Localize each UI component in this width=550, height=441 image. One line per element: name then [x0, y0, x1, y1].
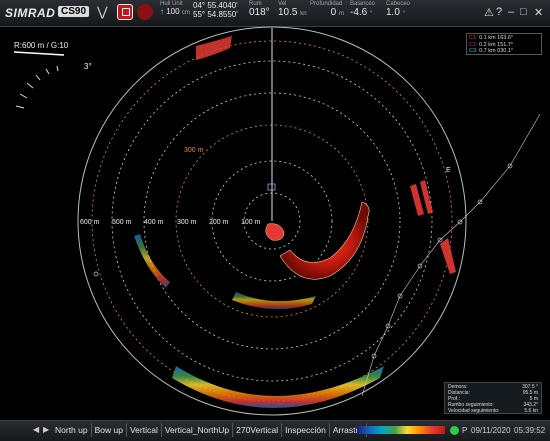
range-labels: 600 m 500 m 400 m 300 m 200 m 100 m [80, 219, 261, 226]
heading-value: 018° [249, 7, 270, 18]
minimize-icon[interactable]: – [508, 6, 514, 18]
echo-top [196, 36, 232, 60]
menu-chevron-icon[interactable]: ⋁ [97, 4, 108, 20]
status-p: P [462, 426, 468, 435]
status-date: 09/11/2020 [471, 426, 511, 435]
echo-right-upper [410, 180, 433, 216]
info-row: Velocidad seguimiento: 5.6 kn [448, 408, 538, 414]
range-label-600: 600 m [80, 219, 100, 226]
range-label-500: 500 m [112, 219, 132, 226]
tab-north-up[interactable]: North up [52, 423, 92, 437]
hull-unit-field: Hull Unit ↑ 100 cm [160, 1, 190, 18]
range-gain-readout: R:600 m / G:10 [14, 41, 69, 50]
status-time: 05:39:52 [514, 426, 546, 435]
tab-vertical-northup[interactable]: Vertical_NorthUp [162, 423, 234, 437]
echo-color-scale [357, 426, 445, 434]
longitude: 55° 54.8550' [193, 10, 238, 19]
sonar-plot: 600 m 500 m 400 m 300 m 200 m 100 m 300 … [13, 26, 541, 416]
bottom-toolbar: ◀ ▶ North up Bow up Vertical Vertical_No… [0, 420, 550, 441]
range-ring-label: 300 m [184, 147, 204, 154]
hull-unit-arrow-icon: ↑ [160, 7, 164, 16]
depth-value: 0 m [330, 7, 344, 18]
target-info-panel: Demora: 307.5 ° Distancia: 95.5 m Prof.: 5 … [444, 382, 542, 414]
next-arrow-icon[interactable]: ▶ [43, 425, 49, 434]
close-icon[interactable]: ✕ [534, 6, 543, 19]
restore-icon[interactable]: □ [520, 6, 527, 18]
scale-bar [13, 51, 65, 56]
prev-arrow-icon[interactable]: ◀ [33, 425, 39, 434]
position-field: 04° 55.4040' 55° 54.8550' [193, 1, 238, 19]
roll-field: Balanceo -4.6 ° [350, 1, 376, 18]
view-tabs: North up Bow up Vertical Vertical_NorthU… [52, 423, 368, 437]
tilt-readout: 3° [84, 62, 92, 71]
echo-right-lower [440, 238, 456, 274]
speed-field: Vel 10.5 kn [278, 1, 307, 18]
top-toolbar: SIMRAD CS90 ⋁ Hull Unit ↑ 100 cm 04° 55.… [0, 0, 550, 27]
pitch-value: 1.0 ° [386, 7, 406, 18]
range-label-200: 200 m [209, 219, 229, 226]
compass-east-label: E [446, 167, 451, 174]
echo-band-left [134, 234, 170, 288]
help-icon[interactable]: ? [496, 6, 502, 18]
hull-unit-value: ↑ 100 cm [160, 7, 190, 16]
tab-270vertical[interactable]: 270Vertical [233, 423, 283, 437]
warning-icon[interactable]: ⚠ [484, 6, 494, 19]
range-label-400: 400 m [144, 219, 164, 226]
echo-school-main [279, 201, 370, 280]
roll-value: -4.6 ° [350, 7, 373, 18]
tab-vertical[interactable]: Vertical [127, 423, 162, 437]
tilt-scale [15, 65, 59, 109]
echo-band-bottom [172, 366, 384, 408]
record-button[interactable] [137, 4, 153, 20]
heading-field: Rum 018° [249, 1, 270, 18]
model-badge: CS90 [58, 6, 90, 17]
echo-band-inner [232, 292, 316, 310]
sonar-display[interactable]: 600 m 500 m 400 m 300 m 200 m 100 m 300 … [0, 26, 550, 420]
brand-logo: SIMRAD [5, 6, 56, 20]
pitch-field: Cabeceo 1.0 ° [386, 1, 411, 18]
tab-inspeccion[interactable]: Inspección [282, 423, 330, 437]
speed-value: 10.5 kn [278, 7, 307, 18]
echo-near [265, 223, 285, 241]
marker-legend: C1: 0.1 km 163.6° C2: 0.2 km 151.7° C3: … [466, 33, 542, 55]
range-label-100: 100 m [241, 219, 261, 226]
tab-bow-up[interactable]: Bow up [92, 423, 127, 437]
screenshot-button[interactable] [117, 4, 133, 20]
legend-row-c3: C3: 0.7 km 030.1° [469, 48, 514, 54]
depth-field: Profundidad 0 m [310, 1, 344, 18]
range-label-300: 300 m [177, 219, 197, 226]
status-ok-icon [450, 426, 459, 435]
latitude: 04° 55.4040' [193, 1, 238, 10]
